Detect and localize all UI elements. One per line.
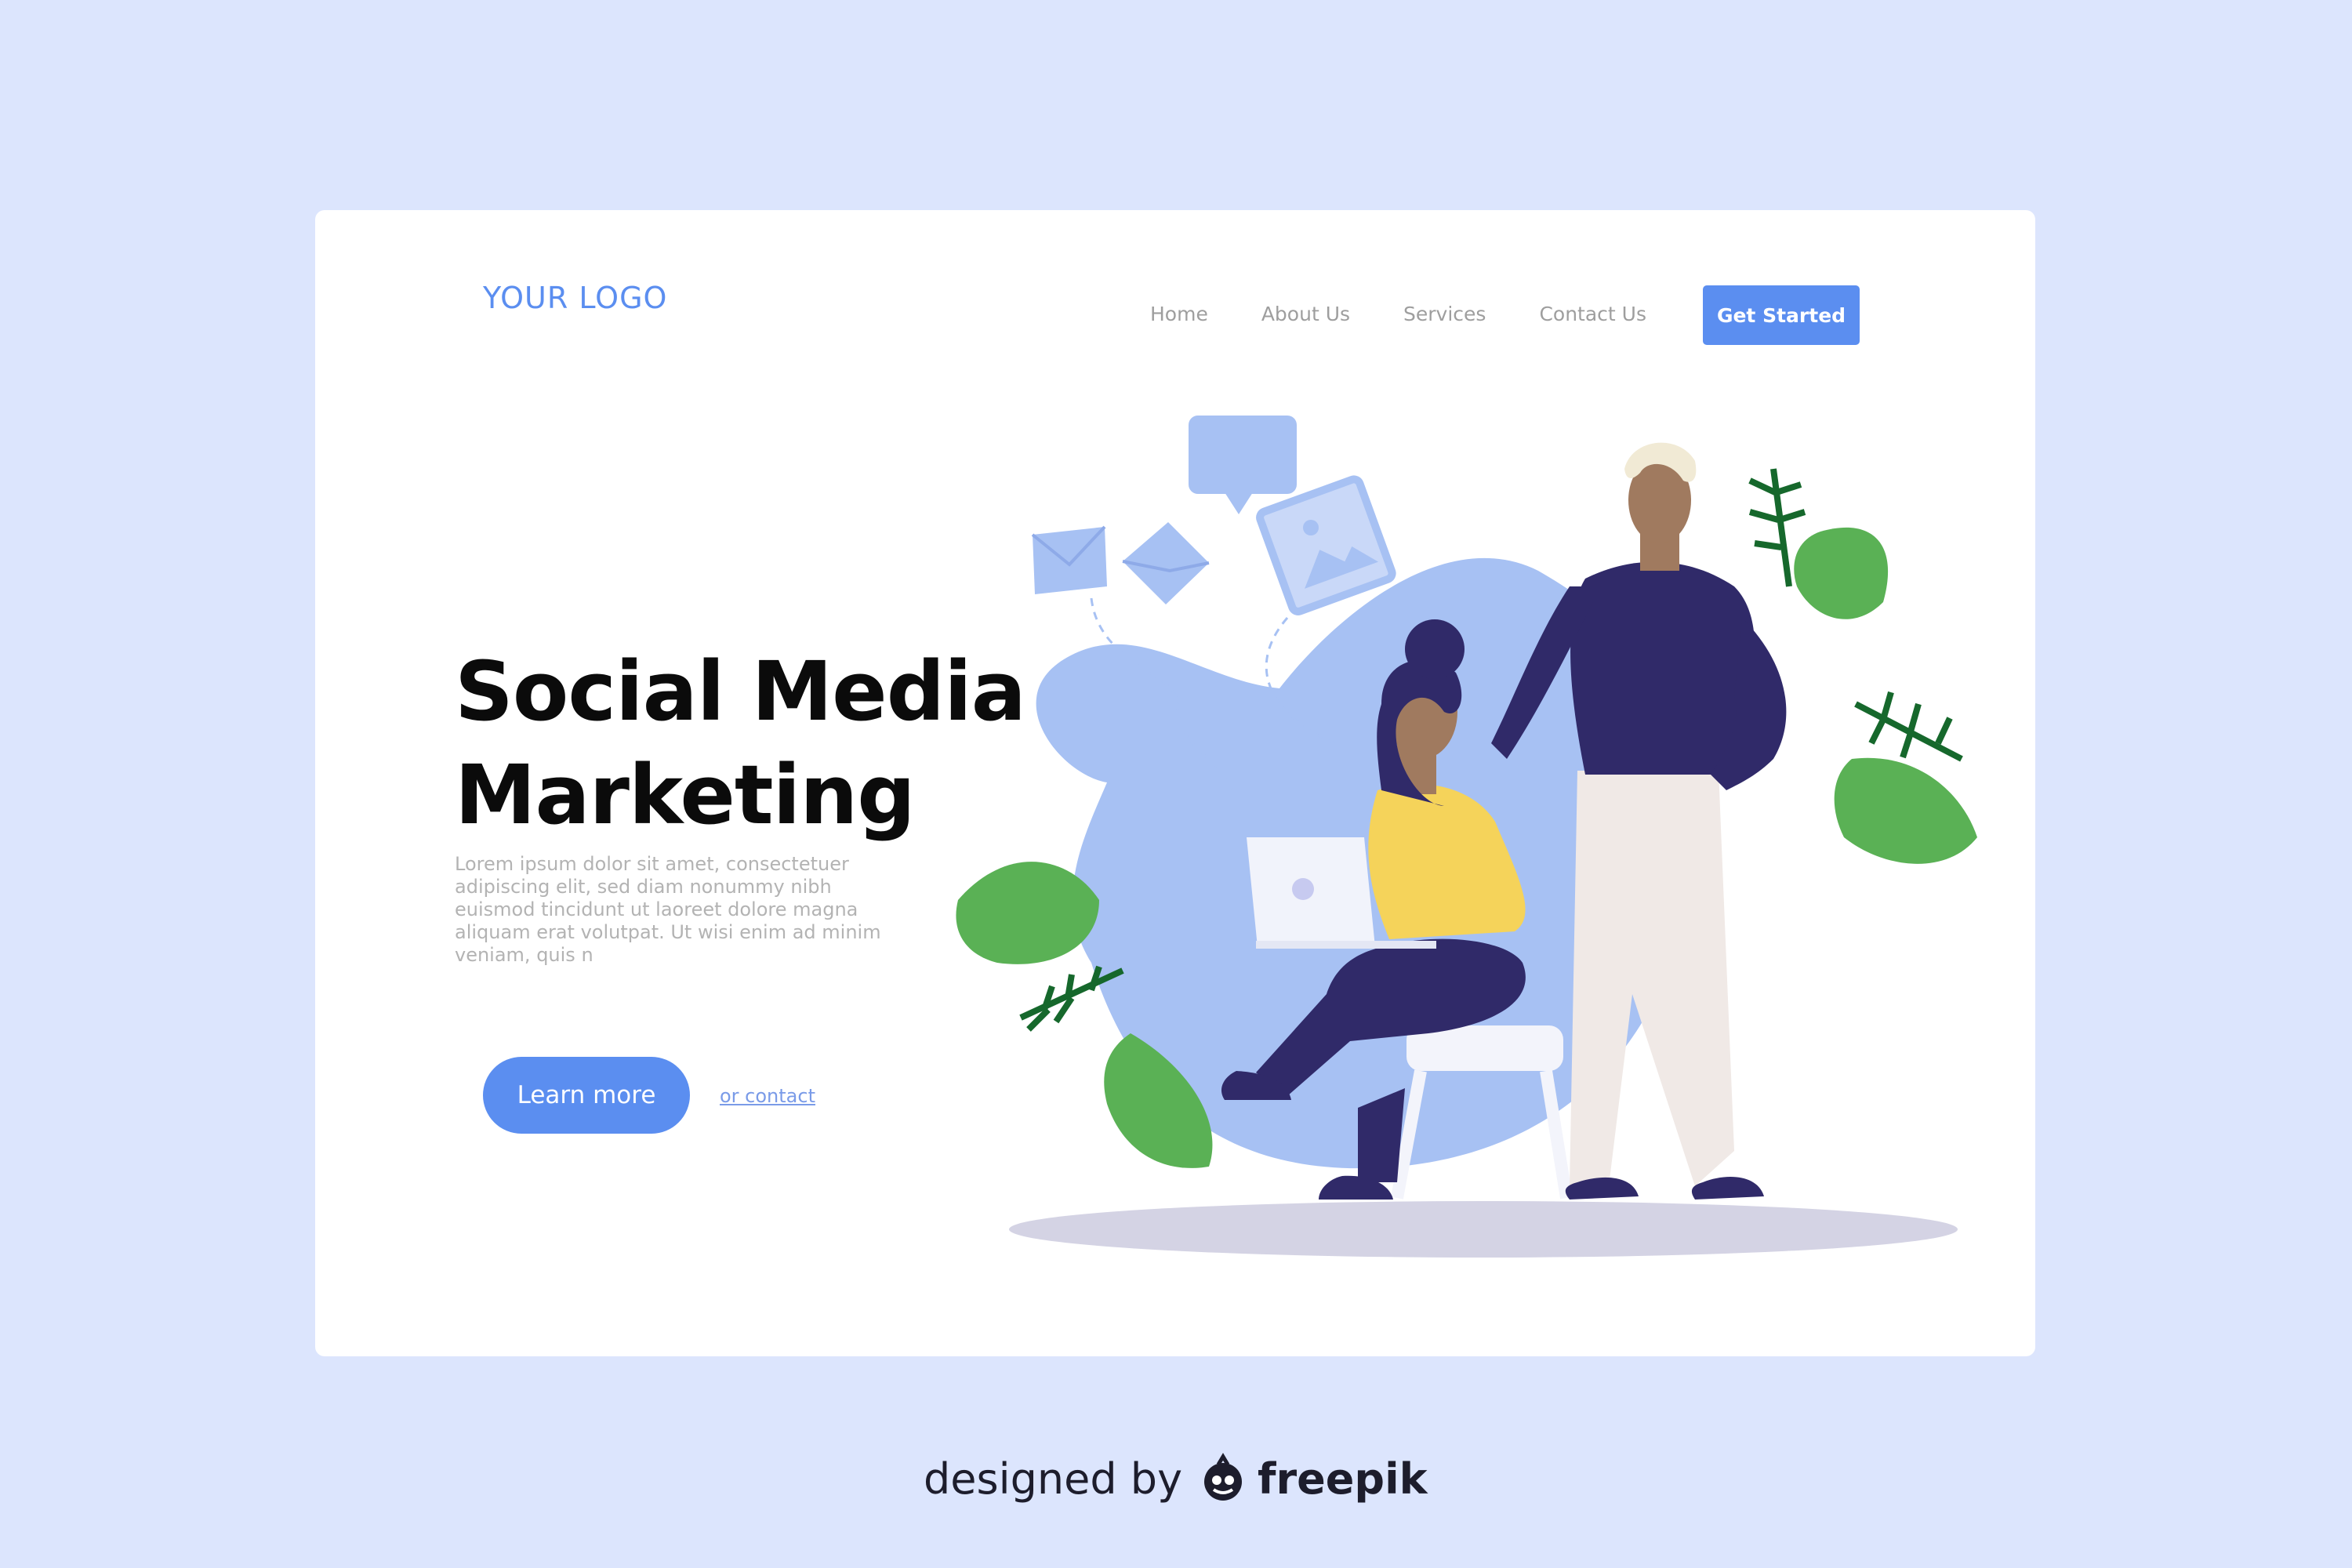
freepik-credit[interactable]: designed by freepik [924, 1452, 1428, 1505]
leaf-right-upper [1794, 527, 1889, 619]
leaves-right [1748, 468, 1977, 864]
leaf-right-lower [1834, 757, 1977, 864]
landing-card: YOUR LOGO Home About Us Services Contact… [315, 210, 2035, 1356]
laptop-logo [1292, 878, 1314, 900]
man-shirt [1570, 561, 1755, 775]
envelope-icon [1031, 525, 1107, 594]
chat-bubble-icon [1189, 416, 1297, 514]
man-shoe-right [1691, 1177, 1764, 1200]
floor-shadow [1009, 1201, 1958, 1258]
man-pants [1570, 771, 1734, 1186]
credit-prefix: designed by [924, 1454, 1183, 1504]
hero-illustration [956, 416, 1977, 1258]
image-icon [1256, 475, 1396, 615]
laptop-base [1256, 941, 1436, 949]
credit-brand: freepik [1258, 1454, 1428, 1504]
envelope-icon-2 [1122, 522, 1210, 604]
woman-hair-bun [1405, 619, 1465, 679]
freepik-logo-icon [1204, 1453, 1243, 1501]
